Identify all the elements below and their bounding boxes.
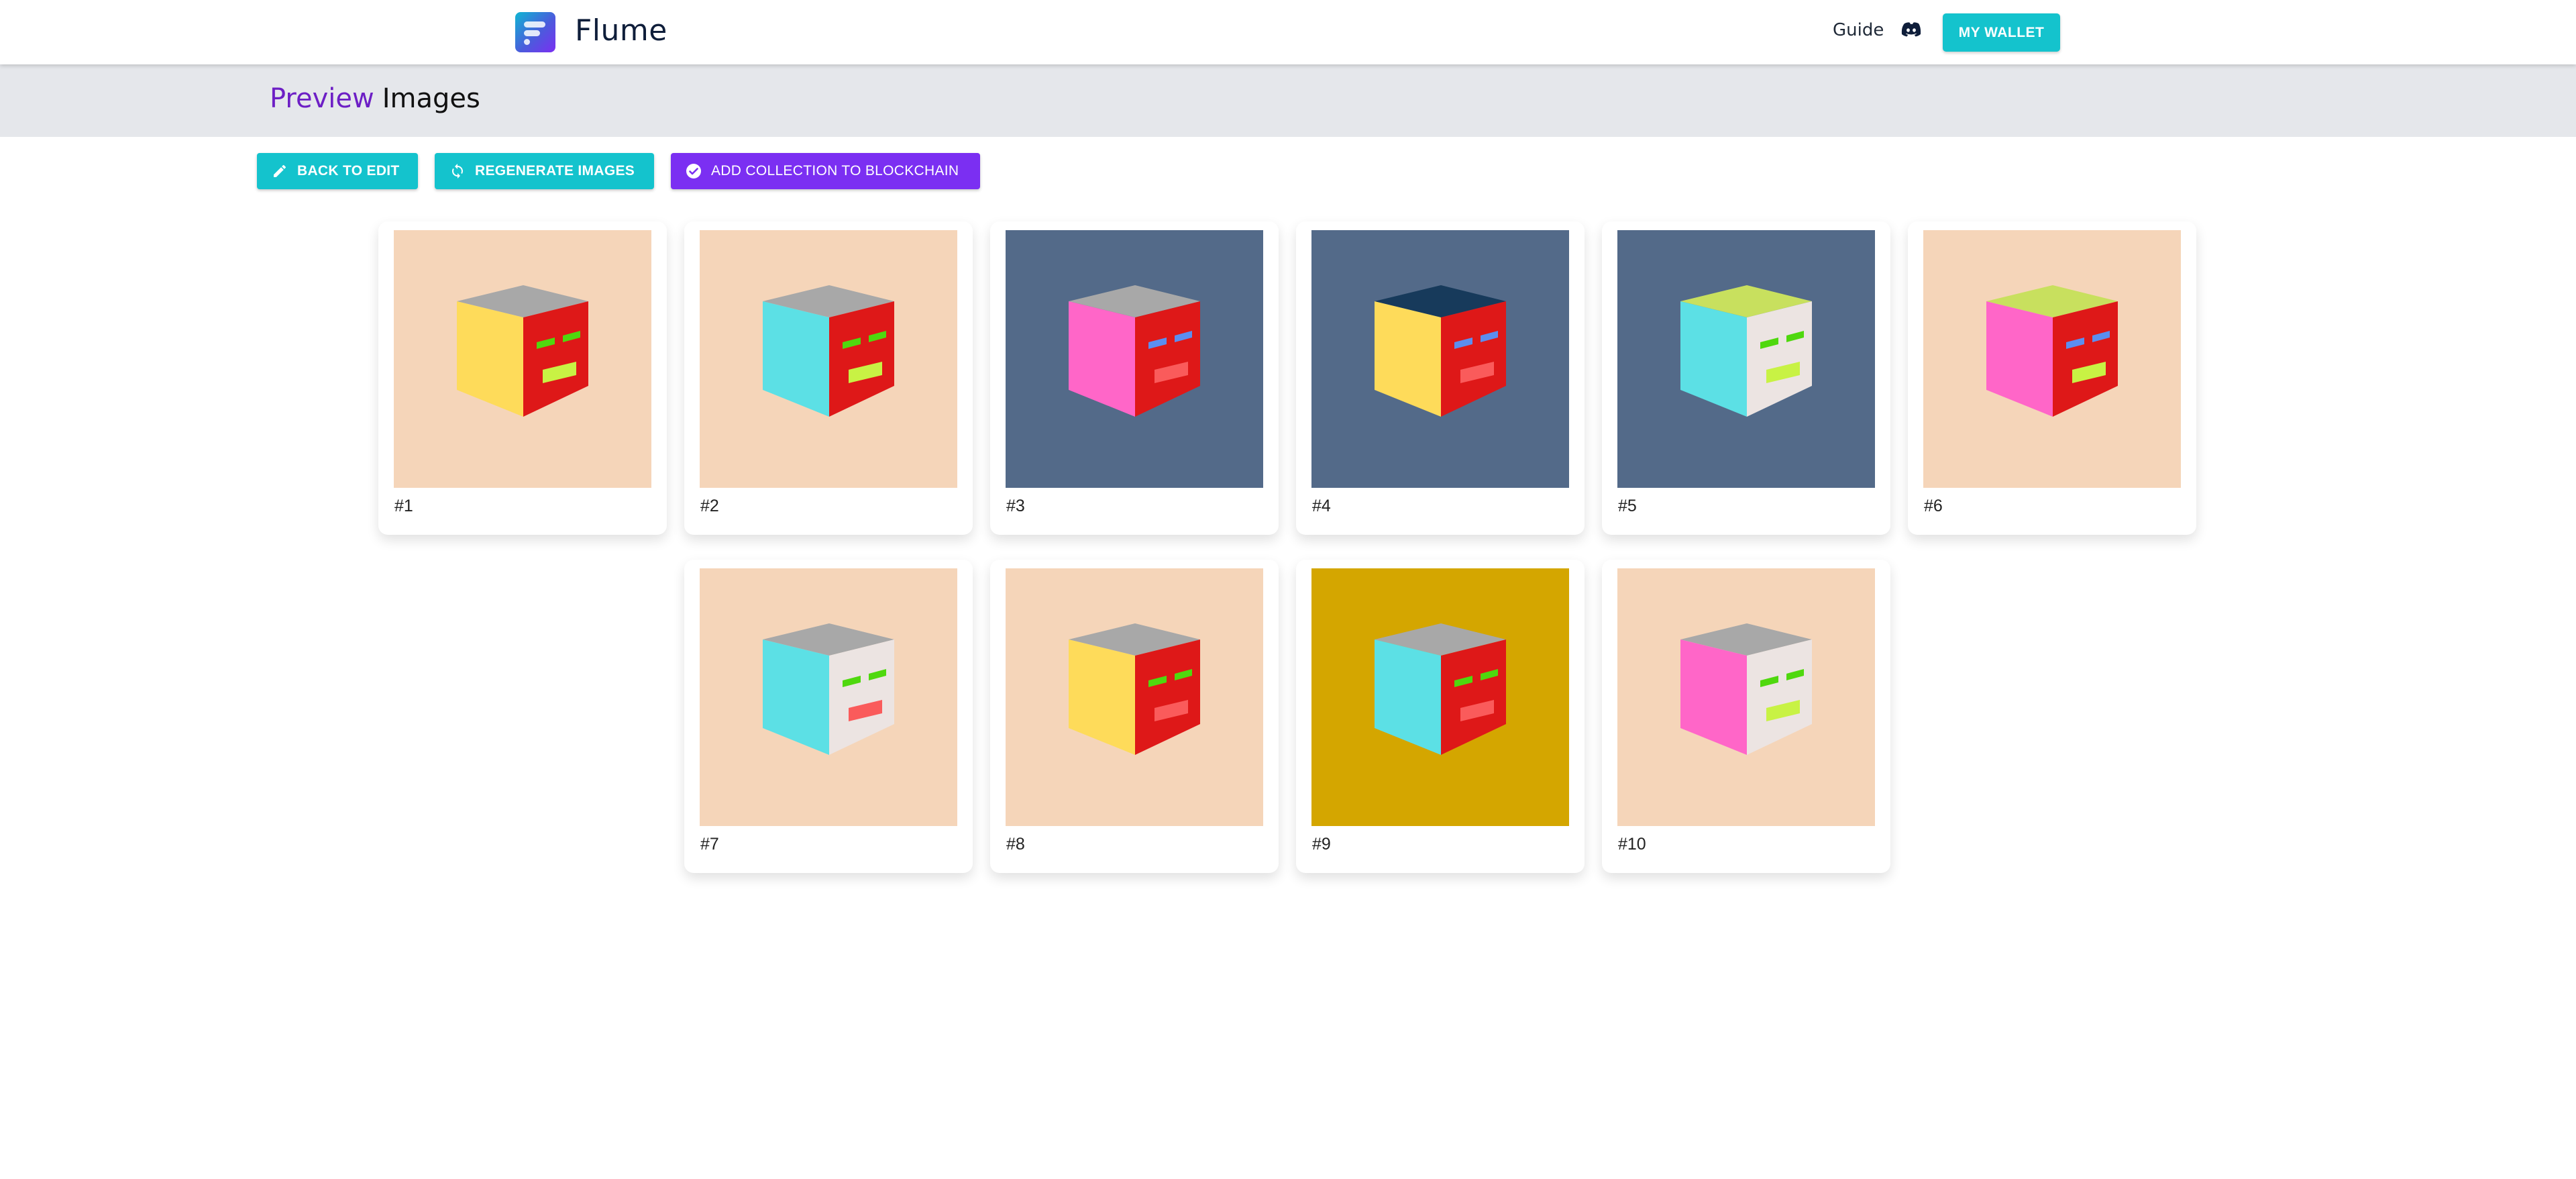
image-number-label: #9 [1312,835,1331,854]
page-title: Preview Images [270,83,480,114]
add-collection-label: ADD COLLECTION TO BLOCKCHAIN [711,163,959,178]
image-card[interactable]: #6 [1908,221,2196,535]
cube-character-image [1311,230,1569,488]
cube-character-image [1617,568,1875,826]
image-number-label: #5 [1618,497,1637,515]
image-number-label: #3 [1006,497,1025,515]
generated-image [1311,230,1569,488]
cube-character-image [1311,568,1569,826]
image-card[interactable]: #2 [684,221,973,535]
generated-image [700,230,957,488]
pencil-icon [272,163,288,179]
image-number-label: #8 [1006,835,1025,854]
cube-character-image [1006,568,1263,826]
refresh-icon [449,163,466,179]
cube-character-image [1006,230,1263,488]
generated-image [1617,230,1875,488]
generated-image [1006,230,1263,488]
check-circle-icon [686,163,702,179]
cube-character-image [394,230,651,488]
generated-image [700,568,957,826]
image-card[interactable]: #5 [1602,221,1890,535]
brand-name[interactable]: Flume [575,13,667,48]
image-card[interactable]: #9 [1296,560,1585,873]
image-number-label: #7 [700,835,719,854]
guide-link[interactable]: Guide [1833,20,1884,40]
generated-image [394,230,651,488]
generated-image [1617,568,1875,826]
page-header-band: Preview Images [0,64,2576,137]
logo-stripe [524,30,540,36]
page-title-rest: Images [382,83,480,114]
add-collection-to-blockchain-button[interactable]: ADD COLLECTION TO BLOCKCHAIN [671,153,980,189]
back-to-edit-label: BACK TO EDIT [297,163,400,178]
image-card[interactable]: #3 [990,221,1279,535]
back-to-edit-button[interactable]: BACK TO EDIT [257,153,418,189]
generated-image [1311,568,1569,826]
image-number-label: #1 [394,497,413,515]
image-card[interactable]: #10 [1602,560,1890,873]
top-navbar: Flume Guide MY WALLET [0,0,2576,64]
image-card[interactable]: #4 [1296,221,1585,535]
image-card[interactable]: #8 [990,560,1279,873]
logo-stripe [524,21,545,28]
page-title-accent: Preview [270,83,374,114]
logo-stripe [524,39,530,45]
cube-character-image [700,568,957,826]
regenerate-images-label: REGENERATE IMAGES [475,163,635,178]
image-number-label: #6 [1924,497,1943,515]
action-toolbar: BACK TO EDIT REGENERATE IMAGES ADD COLLE… [257,153,980,189]
image-number-label: #4 [1312,497,1331,515]
discord-icon[interactable] [1901,21,1921,38]
generated-image [1006,568,1263,826]
cube-character-image [1923,230,2181,488]
cube-character-image [700,230,957,488]
flume-logo-icon[interactable] [515,12,555,52]
cube-character-image [1617,230,1875,488]
image-number-label: #2 [700,497,719,515]
image-number-label: #10 [1618,835,1646,854]
image-card[interactable]: #7 [684,560,973,873]
my-wallet-button[interactable]: MY WALLET [1943,13,2060,52]
generated-image [1923,230,2181,488]
image-card[interactable]: #1 [378,221,667,535]
regenerate-images-button[interactable]: REGENERATE IMAGES [435,153,654,189]
